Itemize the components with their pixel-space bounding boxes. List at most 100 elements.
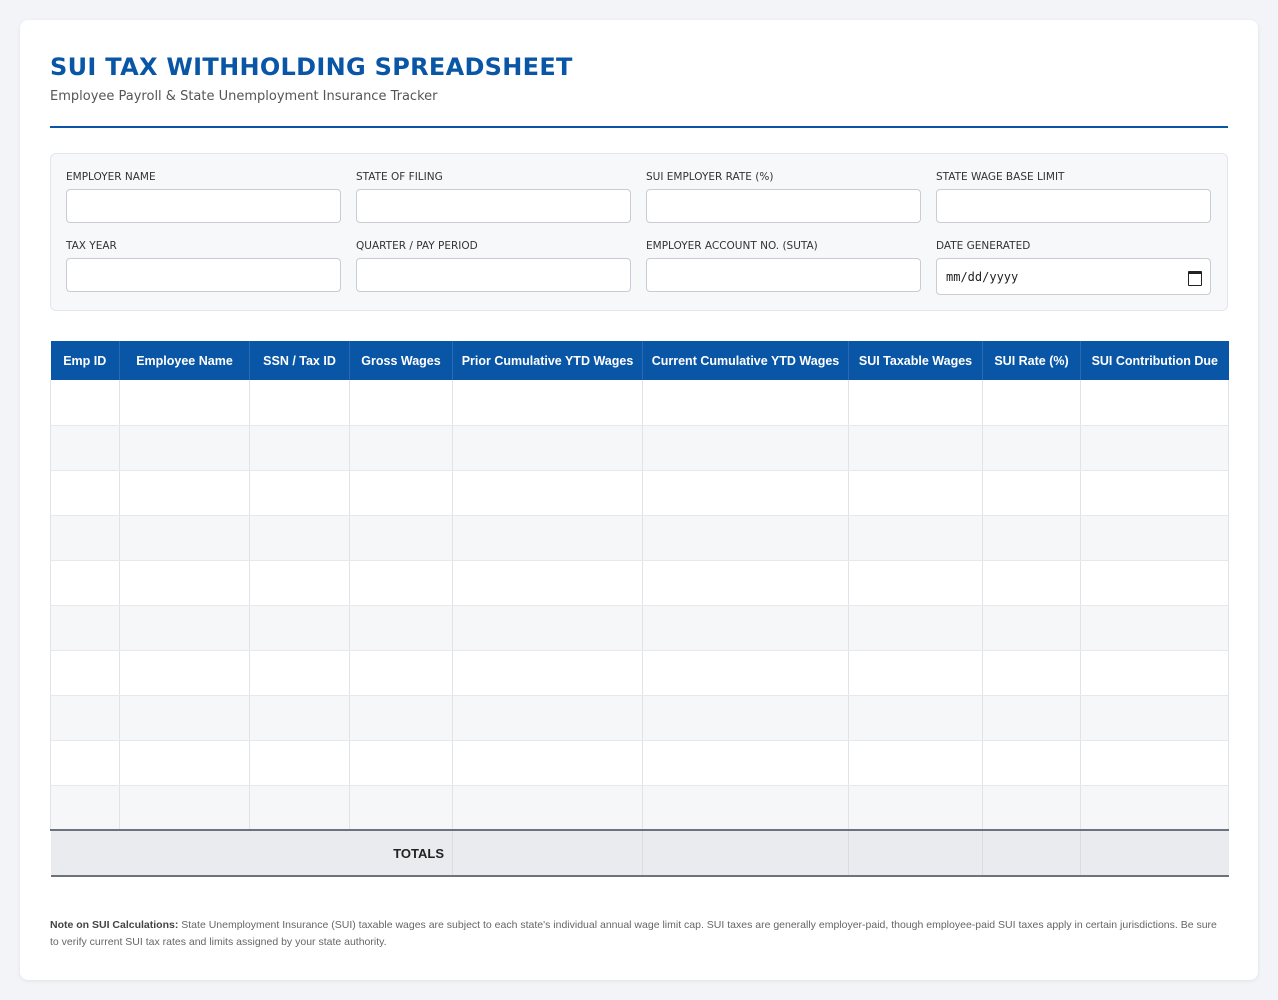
- state-of-filing-input[interactable]: [356, 189, 631, 223]
- table-cell[interactable]: [848, 650, 983, 696]
- table-cell[interactable]: [349, 605, 453, 651]
- table-cell[interactable]: [982, 605, 1081, 651]
- table-cell[interactable]: [349, 380, 453, 426]
- employer-account-no-input[interactable]: [646, 258, 921, 292]
- table-cell[interactable]: [249, 560, 350, 606]
- table-cell[interactable]: [452, 785, 643, 831]
- table-cell[interactable]: [249, 695, 350, 741]
- table-cell[interactable]: [119, 650, 250, 696]
- table-cell[interactable]: [50, 605, 120, 651]
- table-cell[interactable]: [982, 560, 1081, 606]
- table-cell[interactable]: [1080, 650, 1229, 696]
- table-cell[interactable]: [119, 560, 250, 606]
- table-cell[interactable]: [848, 380, 983, 426]
- table-cell[interactable]: [452, 425, 643, 471]
- tax-year-input[interactable]: [66, 258, 341, 292]
- table-cell[interactable]: [642, 470, 849, 516]
- table-cell[interactable]: [249, 515, 350, 561]
- table-cell[interactable]: [848, 425, 983, 471]
- table-cell[interactable]: [982, 470, 1081, 516]
- table-cell[interactable]: [1080, 515, 1229, 561]
- table-cell[interactable]: [452, 380, 643, 426]
- table-cell[interactable]: [50, 380, 120, 426]
- table-cell[interactable]: [642, 740, 849, 786]
- table-cell[interactable]: [249, 425, 350, 471]
- table-cell[interactable]: [119, 785, 250, 831]
- table-cell[interactable]: [1080, 740, 1229, 786]
- table-cell[interactable]: [50, 695, 120, 741]
- table-cell[interactable]: [50, 515, 120, 561]
- table-cell[interactable]: [982, 785, 1081, 831]
- table-cell[interactable]: [119, 740, 250, 786]
- table-cell[interactable]: [642, 425, 849, 471]
- table-cell[interactable]: [982, 740, 1081, 786]
- table-cell[interactable]: [50, 650, 120, 696]
- table-cell[interactable]: [349, 740, 453, 786]
- quarter-pay-period-input[interactable]: [356, 258, 631, 292]
- table-cell[interactable]: [349, 695, 453, 741]
- table-cell[interactable]: [119, 380, 250, 426]
- table-cell[interactable]: [50, 470, 120, 516]
- sui-employer-rate-input[interactable]: [646, 189, 921, 223]
- table-cell[interactable]: [642, 695, 849, 741]
- state-wage-base-limit-input[interactable]: [936, 189, 1211, 223]
- table-cell[interactable]: [452, 470, 643, 516]
- employer-name-input[interactable]: [66, 189, 341, 223]
- table-cell[interactable]: [642, 380, 849, 426]
- table-cell[interactable]: [349, 470, 453, 516]
- table-cell[interactable]: [119, 425, 250, 471]
- table-cell[interactable]: [50, 785, 120, 831]
- table-cell[interactable]: [982, 515, 1081, 561]
- table-cell[interactable]: [249, 650, 350, 696]
- table-cell[interactable]: [249, 785, 350, 831]
- table-cell[interactable]: [50, 560, 120, 606]
- note-text: State Unemployment Insurance (SUI) taxab…: [50, 919, 1217, 948]
- table-cell[interactable]: [1080, 695, 1229, 741]
- table-cell[interactable]: [642, 515, 849, 561]
- table-cell[interactable]: [50, 740, 120, 786]
- table-cell[interactable]: [50, 425, 120, 471]
- table-cell[interactable]: [349, 785, 453, 831]
- table-cell[interactable]: [642, 605, 849, 651]
- table-cell[interactable]: [982, 650, 1081, 696]
- table-cell[interactable]: [349, 425, 453, 471]
- table-cell[interactable]: [848, 605, 983, 651]
- table-cell[interactable]: [642, 650, 849, 696]
- table-cell[interactable]: [349, 515, 453, 561]
- table-cell[interactable]: [119, 470, 250, 516]
- table-cell[interactable]: [119, 605, 250, 651]
- table-cell[interactable]: [119, 515, 250, 561]
- date-generated-input[interactable]: mm/dd/yyyy: [936, 258, 1211, 295]
- table-cell[interactable]: [249, 740, 350, 786]
- table-cell[interactable]: [349, 560, 453, 606]
- table-cell[interactable]: [452, 515, 643, 561]
- table-cell[interactable]: [452, 560, 643, 606]
- table-cell[interactable]: [119, 695, 250, 741]
- table-cell[interactable]: [848, 470, 983, 516]
- table-cell[interactable]: [1080, 560, 1229, 606]
- table-cell[interactable]: [349, 650, 453, 696]
- table-cell[interactable]: [848, 740, 983, 786]
- table-cell[interactable]: [848, 785, 983, 831]
- table-cell[interactable]: [452, 740, 643, 786]
- table-cell[interactable]: [642, 560, 849, 606]
- table-cell[interactable]: [1080, 605, 1229, 651]
- table-cell[interactable]: [1080, 470, 1229, 516]
- table-cell[interactable]: [1080, 380, 1229, 426]
- table-cell[interactable]: [452, 605, 643, 651]
- table-cell[interactable]: [1080, 425, 1229, 471]
- table-cell[interactable]: [982, 380, 1081, 426]
- table-cell[interactable]: [249, 470, 350, 516]
- table-cell[interactable]: [452, 695, 643, 741]
- table-cell[interactable]: [249, 380, 350, 426]
- table-cell[interactable]: [249, 605, 350, 651]
- table-cell[interactable]: [982, 695, 1081, 741]
- calendar-icon[interactable]: [1187, 270, 1202, 286]
- table-cell[interactable]: [848, 695, 983, 741]
- table-cell[interactable]: [848, 515, 983, 561]
- table-cell[interactable]: [452, 650, 643, 696]
- table-cell[interactable]: [848, 560, 983, 606]
- table-cell[interactable]: [982, 425, 1081, 471]
- table-cell[interactable]: [1080, 785, 1229, 831]
- table-cell[interactable]: [642, 785, 849, 831]
